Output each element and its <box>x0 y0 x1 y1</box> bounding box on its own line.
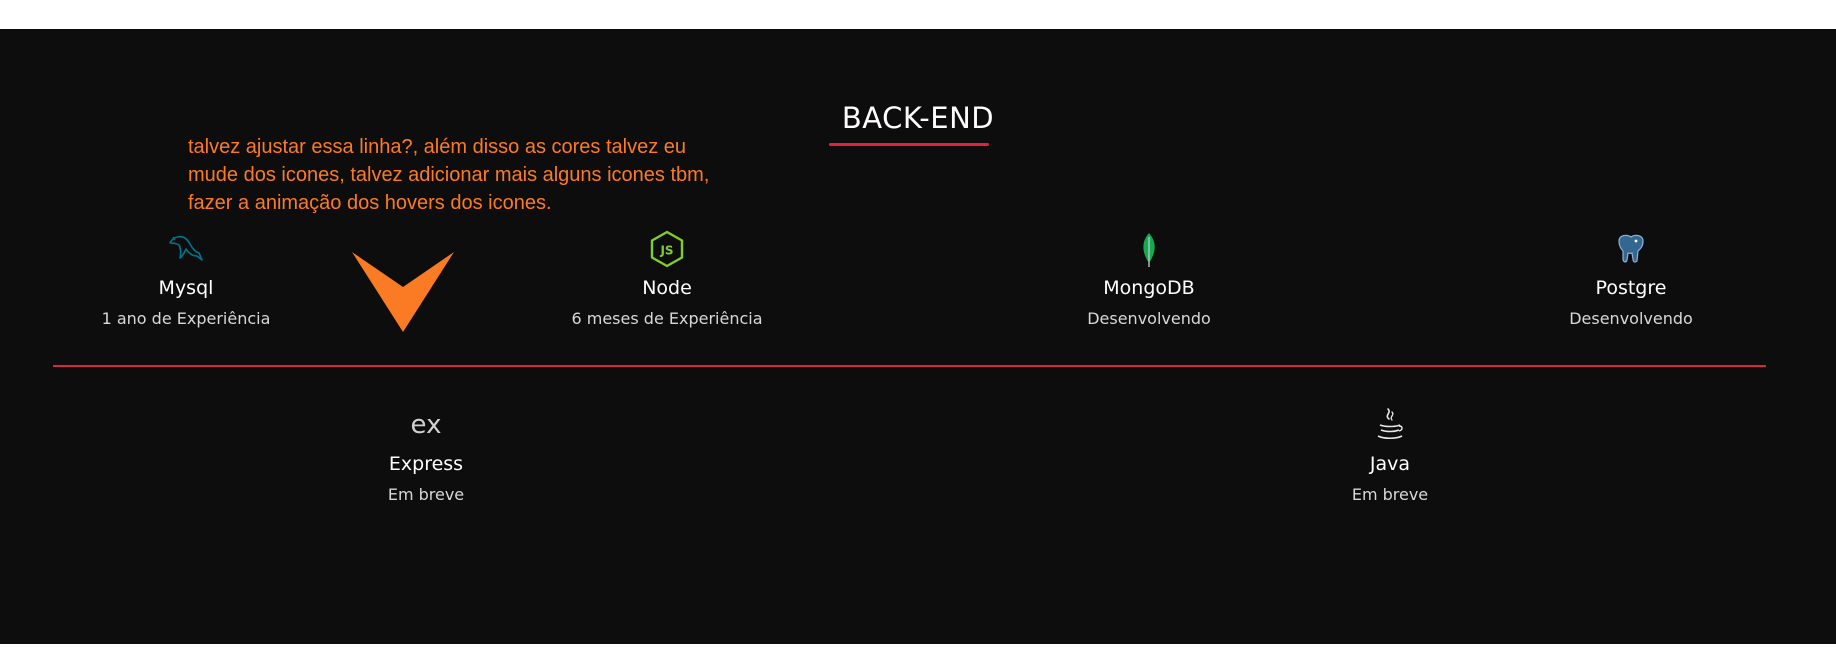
skill-experience: 6 meses de Experiência <box>571 309 763 328</box>
skill-experience: Desenvolvendo <box>1569 309 1693 328</box>
skill-item-node[interactable]: JS Node 6 meses de Experiência <box>517 229 817 328</box>
skill-name: Mysql <box>158 277 214 299</box>
mysql-dolphin-icon <box>169 235 203 261</box>
annotation-note: talvez ajustar essa linha?, além disso a… <box>188 136 710 214</box>
skill-item-mysql[interactable]: Mysql 1 ano de Experiência <box>36 229 336 328</box>
skill-name: Postgre <box>1595 277 1667 299</box>
skill-experience: 1 ano de Experiência <box>101 309 271 328</box>
skill-item-postgre[interactable]: Postgre Desenvolvendo <box>1481 229 1781 328</box>
skill-item-express[interactable]: ex Express Em breve <box>276 405 576 504</box>
skill-name: Node <box>642 277 692 299</box>
skill-name: Java <box>1369 453 1411 475</box>
skill-experience: Em breve <box>1351 485 1429 504</box>
nodejs-hexagon-icon: JS <box>650 230 684 268</box>
arrow-down-icon <box>352 252 454 332</box>
section-title: BACK-END <box>841 101 995 135</box>
express-icon: ex <box>411 410 442 440</box>
skill-experience: Desenvolvendo <box>1087 309 1211 328</box>
java-cup-icon <box>1377 408 1403 440</box>
mongodb-leaf-icon <box>1143 233 1155 267</box>
skill-name: MongoDB <box>1103 277 1195 299</box>
section-divider <box>53 365 1766 367</box>
postgresql-elephant-icon <box>1618 234 1644 263</box>
skill-item-java[interactable]: Java Em breve <box>1240 405 1540 504</box>
skill-name: Express <box>388 453 464 475</box>
skill-item-mongodb[interactable]: MongoDB Desenvolvendo <box>999 229 1299 328</box>
svg-text:ex: ex <box>411 410 442 440</box>
skill-experience: Em breve <box>387 485 465 504</box>
svg-text:JS: JS <box>659 244 673 258</box>
title-underline <box>829 143 989 146</box>
backend-section: BACK-END talvez ajustar essa linha?, alé… <box>0 29 1836 644</box>
